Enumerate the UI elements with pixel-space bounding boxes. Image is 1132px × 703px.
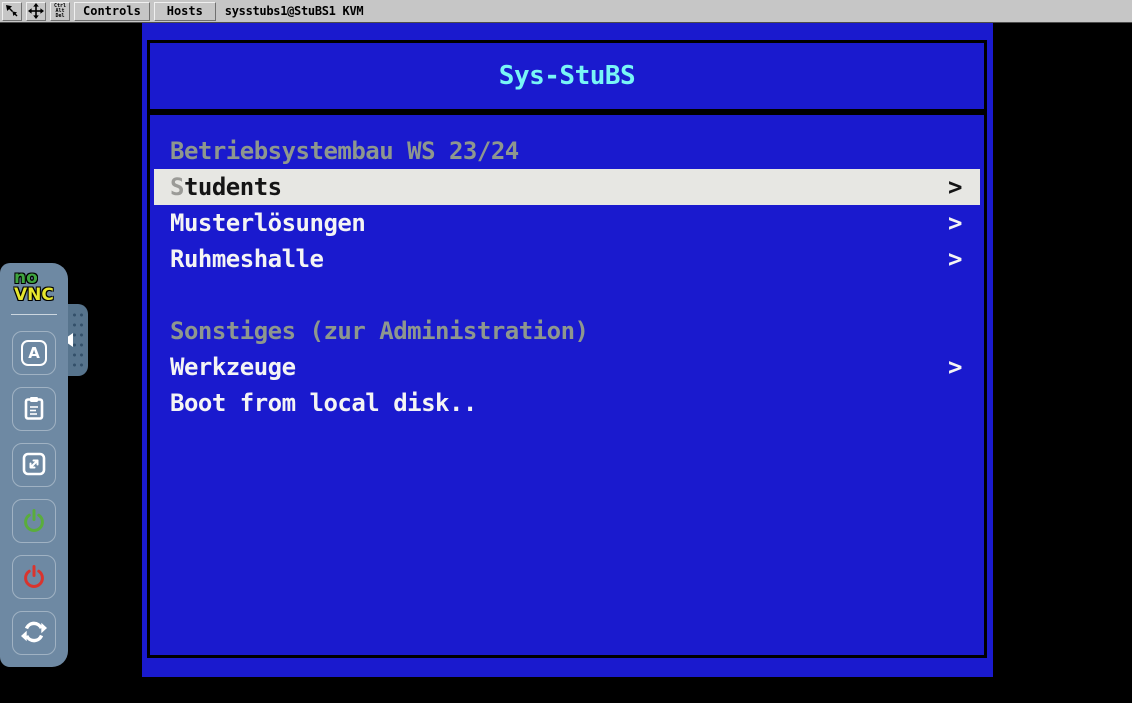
refresh-icon <box>21 619 47 648</box>
submenu-chevron-icon: > <box>948 169 962 205</box>
menu-row-label: Betriebsystembau WS 23/24 <box>170 137 519 165</box>
menu-row-label: Students <box>170 173 282 201</box>
menu-row-label: Werkzeuge <box>170 353 296 381</box>
menu-spacer-4 <box>150 277 984 313</box>
cad-line-del: Del <box>55 14 64 19</box>
power-off-button[interactable] <box>12 555 56 599</box>
boot-menu-list: Betriebsystembau WS 23/24Students>Muster… <box>147 112 987 658</box>
drag-grip-dots <box>71 310 85 370</box>
power-on-icon <box>21 507 47 536</box>
submenu-chevron-icon: > <box>948 205 962 241</box>
controls-button[interactable]: Controls <box>74 2 150 21</box>
menu-row-label: Boot from local disk.. <box>170 389 477 417</box>
novnc-logo: no VNC <box>10 270 58 304</box>
submenu-chevron-icon: > <box>948 241 962 277</box>
clipboard-icon <box>21 395 47 424</box>
pointer-arrows-icon[interactable] <box>2 2 22 21</box>
hosts-button[interactable]: Hosts <box>154 2 216 21</box>
novnc-sidebar: no VNC A <box>0 263 68 667</box>
menu-row-label: Musterlösungen <box>170 209 365 237</box>
menu-header-0: Betriebsystembau WS 23/24 <box>150 133 984 169</box>
top-toolbar: Ctrl Alt Del Controls Hosts sysstubs1@St… <box>0 0 1132 23</box>
novnc-logo-vnc: VNC <box>14 287 58 304</box>
extra-keys-button[interactable]: A <box>12 331 56 375</box>
menu-item-2[interactable]: Musterlösungen > <box>150 205 984 241</box>
refresh-button[interactable] <box>12 611 56 655</box>
menu-row-label: Sonstiges (zur Administration) <box>170 317 588 345</box>
ctrl-alt-del-icon[interactable]: Ctrl Alt Del <box>50 2 70 21</box>
submenu-chevron-icon: > <box>948 349 962 385</box>
session-title: sysstubs1@StuBS1 KVM <box>225 4 364 18</box>
keyboard-a-icon: A <box>21 340 47 366</box>
clipboard-button[interactable] <box>12 387 56 431</box>
boot-menu-title-box: Sys-StuBS <box>147 40 987 112</box>
fullscreen-button[interactable] <box>12 443 56 487</box>
menu-row-label: Ruhmeshalle <box>170 245 323 273</box>
menu-item-1[interactable]: Students > <box>154 169 980 205</box>
menu-item-6[interactable]: Werkzeuge > <box>150 349 984 385</box>
power-off-icon <box>21 563 47 592</box>
hotkey-letter: S <box>170 173 184 201</box>
boot-menu-title: Sys-StuBS <box>499 61 635 91</box>
fullscreen-icon <box>21 451 47 480</box>
power-on-button[interactable] <box>12 499 56 543</box>
menu-item-7[interactable]: Boot from local disk.. <box>150 385 984 421</box>
sidebar-divider <box>11 314 57 315</box>
keyboard-a-letter: A <box>28 344 40 362</box>
vnc-screen[interactable]: Sys-StuBS Betriebsystembau WS 23/24 Stude… <box>142 23 993 677</box>
menu-item-3[interactable]: Ruhmeshalle > <box>150 241 984 277</box>
move-cross-icon[interactable] <box>26 2 46 21</box>
menu-header-5: Sonstiges (zur Administration) <box>150 313 984 349</box>
